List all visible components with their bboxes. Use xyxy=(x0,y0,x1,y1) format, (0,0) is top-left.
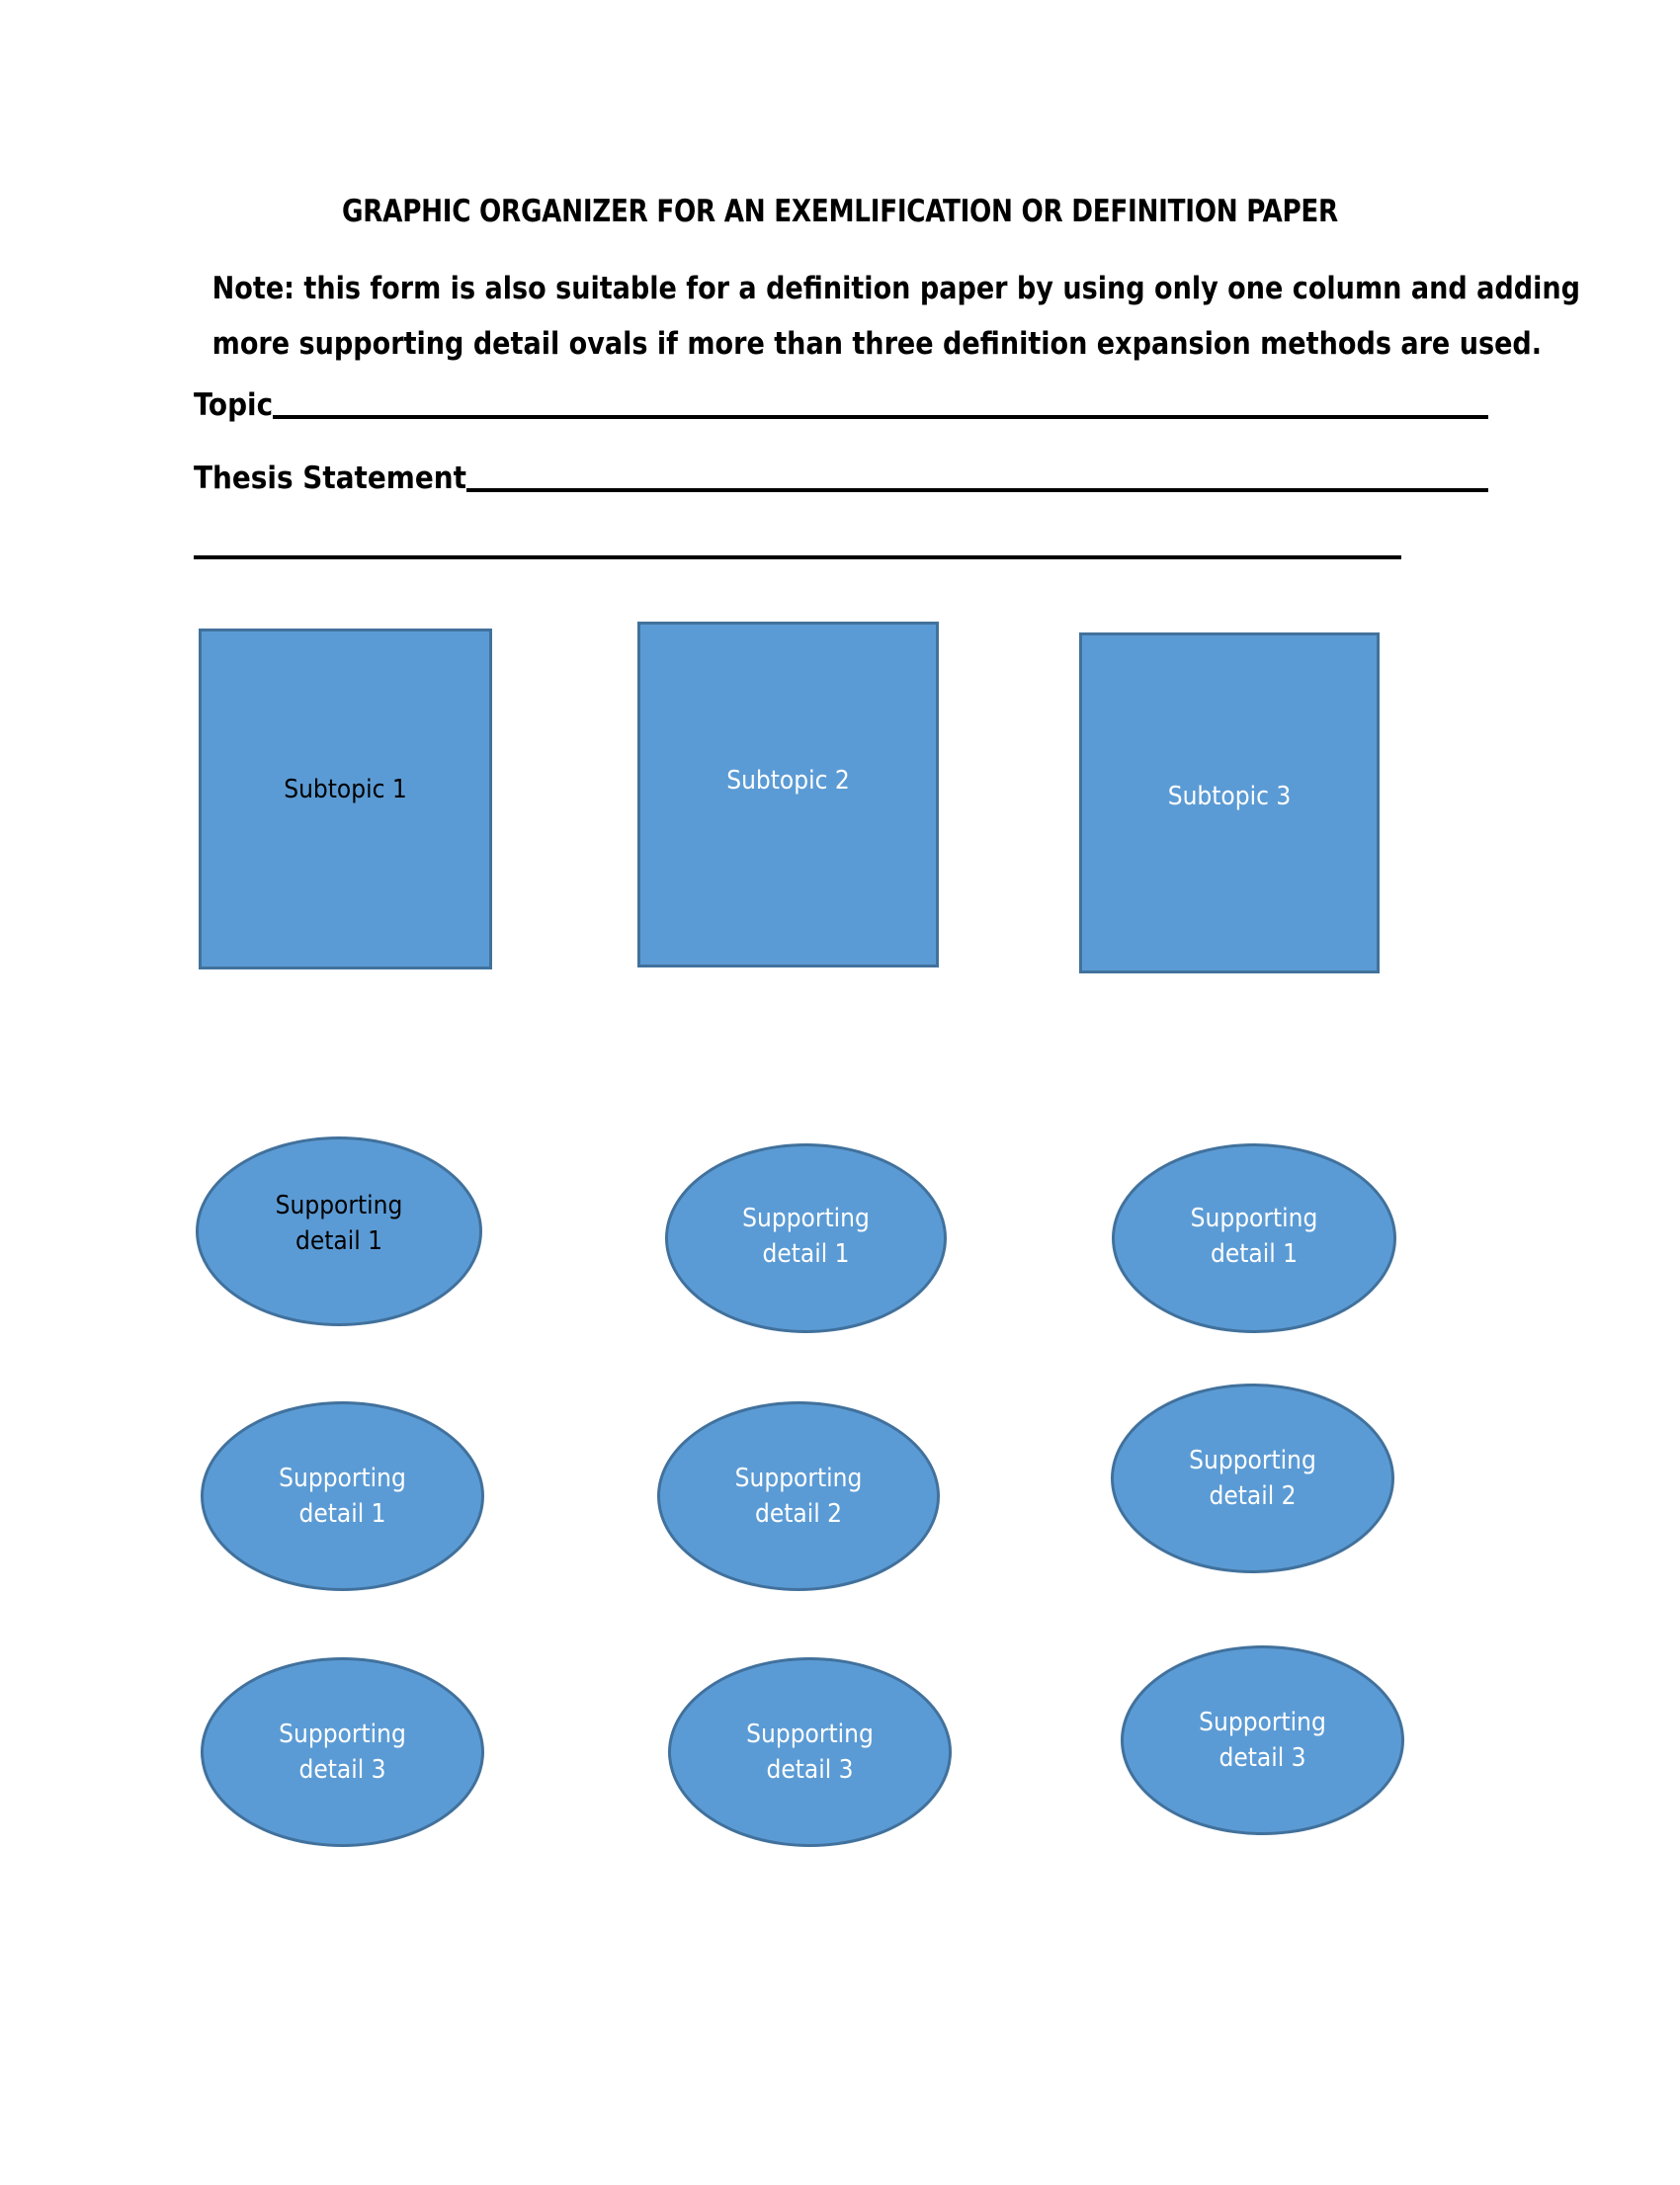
subtopic-box-2[interactable]: Subtopic 2 xyxy=(637,622,939,967)
supporting-detail-oval-col1-row1-label: Supporting detail 1 xyxy=(275,1191,403,1256)
note-line-1: Note: this form is also suitable for a d… xyxy=(211,271,1580,306)
topic-field-row: Topic xyxy=(194,385,1488,425)
page-title: GRAPHIC ORGANIZER FOR AN EXEMLIFICATION … xyxy=(342,194,1338,229)
supporting-detail-oval-col2-row2[interactable]: Supporting detail 2 xyxy=(657,1401,940,1591)
subtopic-box-3[interactable]: Subtopic 3 xyxy=(1079,632,1380,973)
supporting-detail-oval-col1-row3[interactable]: Supporting detail 3 xyxy=(201,1657,484,1847)
subtopic-box-1[interactable]: Subtopic 1 xyxy=(199,629,492,969)
supporting-detail-oval-col1-row2-label: Supporting detail 1 xyxy=(279,1464,406,1529)
supporting-detail-oval-col2-row3-label: Supporting detail 3 xyxy=(746,1720,874,1785)
thesis-statement-continuation-line[interactable] xyxy=(194,555,1401,559)
supporting-detail-oval-col2-row3[interactable]: Supporting detail 3 xyxy=(668,1657,952,1847)
supporting-detail-oval-col3-row3[interactable]: Supporting detail 3 xyxy=(1121,1645,1404,1835)
thesis-statement-field-row: Thesis Statement xyxy=(194,459,1488,498)
subtopic-box-2-label: Subtopic 2 xyxy=(726,766,850,796)
subtopic-box-1-label: Subtopic 1 xyxy=(284,774,407,804)
topic-fill-in-line[interactable] xyxy=(273,415,1488,419)
supporting-detail-oval-col1-row1[interactable]: Supporting detail 1 xyxy=(196,1136,482,1326)
graphic-organizer-page: GRAPHIC ORGANIZER FOR AN EXEMLIFICATION … xyxy=(0,0,1680,2185)
supporting-detail-oval-col3-row2-label: Supporting detail 2 xyxy=(1189,1446,1316,1511)
supporting-detail-oval-col3-row1[interactable]: Supporting detail 1 xyxy=(1112,1143,1396,1333)
thesis-statement-fill-in-line[interactable] xyxy=(465,488,1488,492)
supporting-detail-oval-col1-row2[interactable]: Supporting detail 1 xyxy=(201,1401,484,1591)
note-line-2: more supporting detail ovals if more tha… xyxy=(211,326,1543,362)
supporting-detail-oval-col3-row2[interactable]: Supporting detail 2 xyxy=(1111,1384,1394,1573)
topic-label: Topic xyxy=(194,387,274,423)
supporting-detail-oval-col2-row1-label: Supporting detail 1 xyxy=(742,1204,870,1269)
supporting-detail-oval-col2-row2-label: Supporting detail 2 xyxy=(734,1464,863,1529)
supporting-detail-oval-col1-row3-label: Supporting detail 3 xyxy=(279,1720,406,1785)
supporting-detail-oval-col2-row1[interactable]: Supporting detail 1 xyxy=(665,1143,947,1333)
supporting-detail-oval-col3-row1-label: Supporting detail 1 xyxy=(1190,1204,1318,1269)
supporting-detail-oval-col3-row3-label: Supporting detail 3 xyxy=(1199,1708,1326,1773)
subtopic-box-3-label: Subtopic 3 xyxy=(1167,781,1292,811)
thesis-statement-label: Thesis Statement xyxy=(194,461,466,496)
note-block: Note: this form is also suitable for a d… xyxy=(193,261,1580,372)
